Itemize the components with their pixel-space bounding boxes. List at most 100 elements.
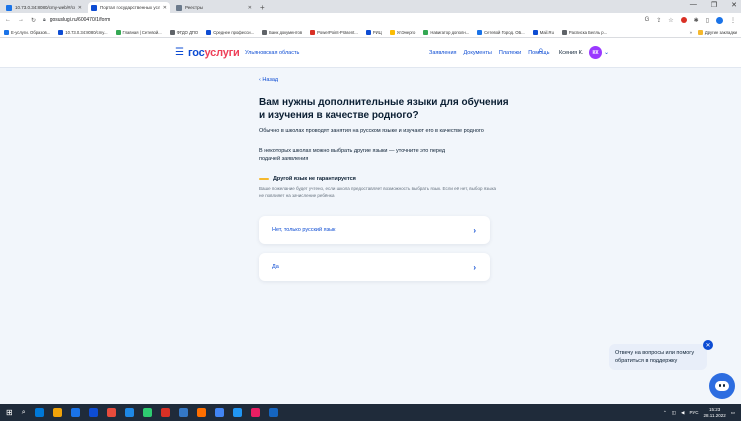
nav-applications[interactable]: Заявления <box>429 50 457 56</box>
bookmark-icon <box>262 29 268 35</box>
warning-header: Другой язык не гарантируется <box>259 176 356 182</box>
bookmark-item[interactable]: УлЭнерго <box>389 29 416 35</box>
clock[interactable]: 15:23 28.11.2022 <box>704 407 726 418</box>
volume-icon[interactable]: ◀ <box>681 410 684 416</box>
bookmark-star-icon[interactable]: ☆ <box>668 17 673 24</box>
avatar[interactable]: КК <box>589 46 602 59</box>
bookmark-icon <box>389 29 395 35</box>
bookmarks-bar: Е-услуги. Образов... 10.73.0.34:8080/cmy… <box>0 27 741 38</box>
bookmark-label: Mail.Ru <box>539 29 554 35</box>
notifications-icon[interactable]: ▭ <box>731 410 735 416</box>
support-bubble[interactable]: Отвечу на вопросы или помогу обратиться … <box>609 344 707 370</box>
extension-icon[interactable] <box>680 17 687 23</box>
bookmark-label: УлЭнерго <box>396 29 416 35</box>
taskbar-app-icon[interactable] <box>232 408 242 417</box>
reload-icon[interactable]: ↻ <box>31 17 36 24</box>
date: 28.11.2022 <box>703 412 726 418</box>
taskbar-app-icon[interactable] <box>178 408 188 417</box>
extensions-puzzle-icon[interactable]: ✱ <box>694 17 699 24</box>
bookmark-label: Е-услуги. Образов... <box>11 29 51 35</box>
taskbar-app-icon[interactable] <box>250 408 260 417</box>
warning-title: Другой язык не гарантируется <box>273 176 356 182</box>
bookmark-item[interactable]: Сетевой Город. ОБ... <box>477 29 525 35</box>
description-paragraph-2: В некоторых школах можно выбрать другие … <box>259 148 446 162</box>
taskbar-app-icon[interactable] <box>142 408 152 417</box>
bookmark-label: 10.73.0.34:8080/cmy... <box>65 29 108 35</box>
minimize-icon[interactable]: — <box>690 1 697 9</box>
maximize-icon[interactable]: ❐ <box>711 1 717 9</box>
windows-start-icon[interactable]: ⊞ <box>6 408 13 417</box>
back-link[interactable]: ‹ Назад <box>259 77 278 83</box>
bookmark-icon <box>58 29 64 35</box>
back-arrow-icon[interactable]: ← <box>5 17 11 23</box>
bookmark-item[interactable]: Навигатор дополн... <box>423 29 470 35</box>
other-bookmarks[interactable]: Другие закладки <box>697 29 737 35</box>
user-name[interactable]: Ксения К. <box>559 50 583 56</box>
close-icon[interactable]: ✕ <box>703 340 713 350</box>
chevron-right-icon: › <box>473 262 476 272</box>
bookmark-item[interactable]: Среднее професси... <box>206 29 254 35</box>
support-robot-button[interactable] <box>709 373 735 399</box>
option-label: Нет, только русский язык <box>272 227 336 233</box>
browser-tab-active[interactable]: Портал государственных услуг ✕ <box>88 2 170 13</box>
close-tab-icon[interactable]: ✕ <box>78 5 82 11</box>
profile-icon[interactable] <box>716 16 723 24</box>
close-window-icon[interactable]: ✕ <box>731 1 737 9</box>
nav-payments[interactable]: Платежи <box>499 50 521 56</box>
time: 15:23 <box>709 407 721 412</box>
url-text: gosuslugi.ru/600470/1/form <box>49 17 111 23</box>
taskbar-search-icon[interactable]: ⌕ <box>22 408 26 417</box>
option-russian-only[interactable]: Нет, только русский язык › <box>259 216 490 244</box>
bookmark-item[interactable]: Главная | Сетевой... <box>115 29 162 35</box>
taskbar-app-icon[interactable] <box>52 408 62 417</box>
browser-tab[interactable]: 10.73.0.34:8080/cmy-web/#/cm ✕ <box>3 2 85 13</box>
site-header: ☰ госуслуги Ульяновская область Заявлени… <box>0 38 741 68</box>
taskbar-app-icon[interactable] <box>196 408 206 417</box>
forward-arrow-icon[interactable]: → <box>18 17 24 23</box>
tab-favicon-icon <box>176 4 182 11</box>
bookmark-label: ФГДО ДПО <box>176 29 199 35</box>
bookmark-label: РИЦ <box>372 29 382 35</box>
region-selector[interactable]: Ульяновская область <box>245 50 299 56</box>
bookmark-item[interactable]: Mail.Ru <box>532 29 554 35</box>
taskbar-app-icon[interactable] <box>106 408 116 417</box>
bookmark-item[interactable]: Е-услуги. Образов... <box>4 29 51 35</box>
share-icon[interactable]: ⇪ <box>656 17 661 24</box>
taskbar-app-icon[interactable] <box>268 408 278 417</box>
taskbar-app-icon[interactable] <box>34 408 44 417</box>
menu-kebab-icon[interactable]: ⋮ <box>730 17 736 24</box>
gosuslugi-logo[interactable]: госуслуги <box>188 47 240 59</box>
bookmark-item[interactable]: ФГДО ДПО <box>169 29 199 35</box>
network-icon[interactable]: ◫ <box>672 410 676 416</box>
url-field[interactable]: 🔒︎ gosuslugi.ru/600470/1/form <box>43 17 638 23</box>
tab-favicon-icon <box>91 4 97 11</box>
bookmark-item[interactable]: PowerPoint-Präsent... <box>310 29 358 35</box>
sidebar-icon[interactable]: ▯ <box>706 17 709 24</box>
google-icon[interactable]: G <box>645 17 650 23</box>
robot-icon <box>715 381 729 391</box>
taskbar-app-icon[interactable] <box>124 408 134 417</box>
browser-tab[interactable]: Реестры ✕ <box>173 2 255 13</box>
bookmark-item[interactable]: Банк документов <box>262 29 302 35</box>
taskbar-app-icon[interactable] <box>160 408 170 417</box>
new-tab-icon[interactable]: + <box>260 2 265 13</box>
bookmark-icon <box>169 29 175 35</box>
other-bookmarks-label: Другие закладки <box>704 29 737 35</box>
bookmark-item[interactable]: РИЦ <box>365 29 382 35</box>
bookmark-label: Навигатор дополн... <box>430 29 470 35</box>
tray-chevron-icon[interactable]: ⌃ <box>663 410 667 416</box>
close-tab-icon[interactable]: ✕ <box>248 5 252 11</box>
language-indicator[interactable]: РУС <box>690 410 699 415</box>
option-yes[interactable]: Да › <box>259 253 490 281</box>
search-icon[interactable]: ⌕ <box>538 46 544 56</box>
taskbar-app-icon[interactable] <box>88 408 98 417</box>
nav-documents[interactable]: Документы <box>464 50 492 56</box>
chevron-down-icon[interactable]: ⌄ <box>604 49 609 56</box>
bookmark-item[interactable]: Расписка Белль р... <box>561 29 607 35</box>
hamburger-menu-icon[interactable]: ☰ <box>175 48 184 58</box>
taskbar-app-icon[interactable] <box>70 408 80 417</box>
bookmark-item[interactable]: 10.73.0.34:8080/cmy... <box>58 29 108 35</box>
close-tab-icon[interactable]: ✕ <box>163 5 167 11</box>
more-bookmarks-icon[interactable]: » <box>690 30 692 35</box>
taskbar-app-icon[interactable] <box>214 408 224 417</box>
